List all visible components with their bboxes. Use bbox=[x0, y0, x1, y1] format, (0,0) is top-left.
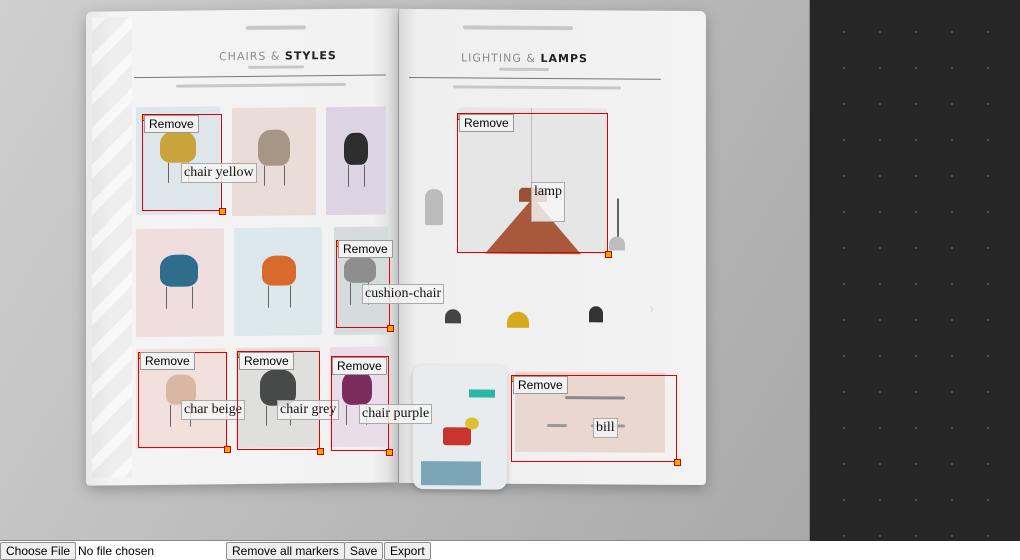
pendant-lamp-yellow bbox=[507, 311, 529, 328]
marker-handle-bottom-right[interactable] bbox=[224, 446, 231, 453]
marker-label-chair-yellow[interactable]: chair yellow bbox=[181, 163, 257, 183]
remove-all-markers-button[interactable]: Remove all markers bbox=[226, 542, 345, 560]
marker-handle-bottom-right[interactable] bbox=[219, 208, 226, 215]
dotted-side-panel bbox=[810, 0, 1020, 541]
pendant-lamp-dark bbox=[445, 309, 461, 324]
bottom-toolbar: Choose File No file chosen Remove all ma… bbox=[0, 541, 1020, 560]
marker-label-chair-purple[interactable]: chair purple bbox=[359, 404, 433, 424]
product-tile-orange-chair bbox=[234, 227, 322, 337]
marker-label-lamp[interactable]: lamp bbox=[531, 182, 565, 222]
left-page-title: CHAIRS & STYLES bbox=[219, 49, 337, 64]
remove-marker-button[interactable]: Remove bbox=[140, 352, 195, 370]
remove-marker-button[interactable]: Remove bbox=[338, 240, 393, 258]
marker-label-char-beige[interactable]: char beige bbox=[181, 400, 245, 420]
marker-handle-bottom-right[interactable] bbox=[317, 448, 324, 455]
product-tile-black-chair bbox=[326, 106, 386, 216]
product-tile-taupe-chair bbox=[232, 107, 316, 217]
marker-label-cushion-chair[interactable]: cushion-chair bbox=[362, 284, 445, 304]
marker-handle-bottom-right[interactable] bbox=[387, 325, 394, 332]
page-stripe-decoration bbox=[92, 17, 132, 478]
right-page-rule bbox=[409, 76, 661, 80]
right-page-title: LIGHTING & LAMPS bbox=[461, 51, 588, 66]
marker-label-chair-grey[interactable]: chair grey bbox=[277, 400, 340, 420]
marker-label-bill[interactable]: bill bbox=[593, 418, 618, 438]
remove-marker-button[interactable]: Remove bbox=[144, 115, 199, 133]
marker-handle-bottom-right[interactable] bbox=[605, 251, 612, 258]
left-page-rule bbox=[134, 74, 386, 79]
choose-file-button[interactable]: Choose File bbox=[0, 542, 77, 560]
marker-handle-bottom-right[interactable] bbox=[386, 449, 393, 456]
remove-marker-button[interactable]: Remove bbox=[513, 376, 568, 394]
remove-marker-button[interactable]: Remove bbox=[459, 114, 514, 132]
product-tile-blue-chair bbox=[136, 228, 224, 338]
annotation-canvas[interactable]: CHAIRS & STYLES LIGHTING & LAMPS › Remov… bbox=[0, 0, 810, 541]
phone-mockup bbox=[413, 365, 507, 490]
remove-marker-button[interactable]: Remove bbox=[239, 352, 294, 370]
pendant-lamp-black bbox=[589, 306, 603, 323]
export-button[interactable]: Export bbox=[384, 542, 431, 560]
file-status-text: No file chosen bbox=[78, 544, 155, 558]
save-button[interactable]: Save bbox=[344, 542, 384, 560]
marker-handle-bottom-right[interactable] bbox=[674, 459, 681, 466]
remove-marker-button[interactable]: Remove bbox=[332, 357, 387, 375]
